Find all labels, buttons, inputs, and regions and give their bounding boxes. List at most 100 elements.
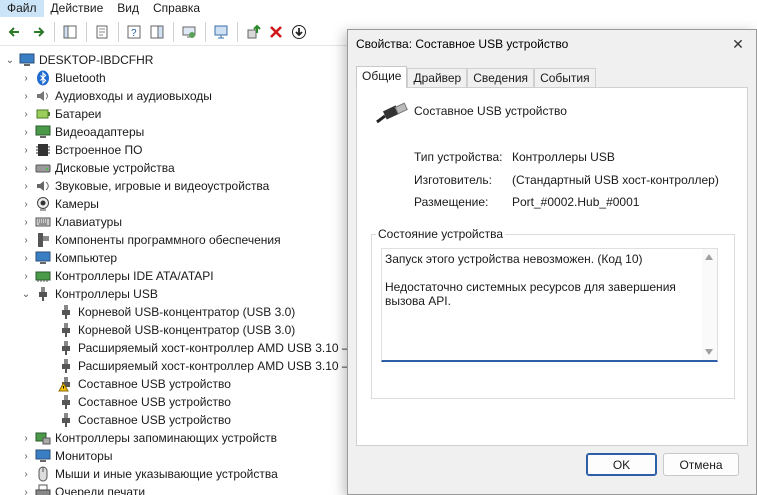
chevron-right-icon[interactable]: › xyxy=(20,483,32,495)
menu-file[interactable]: Файл xyxy=(0,0,44,17)
chevron-right-icon[interactable]: › xyxy=(20,177,32,195)
tree-item-audio-io[interactable]: › Аудиовходы и аудиовыходы xyxy=(20,87,212,105)
usb-plug-icon xyxy=(58,322,74,338)
chevron-right-icon[interactable]: › xyxy=(20,159,32,177)
tree-item-label: Дисковые устройства xyxy=(55,161,175,175)
chevron-right-icon[interactable]: › xyxy=(20,195,32,213)
tree-item-amd-host-controller[interactable]: Расширяемый хост-контроллер AMD USB 3.10… xyxy=(58,357,354,375)
location-label: Размещение: xyxy=(414,195,489,209)
chevron-right-icon[interactable]: › xyxy=(20,213,32,231)
dialog-tabs: Общие Драйвер Сведения События xyxy=(356,66,596,88)
keyboard-icon xyxy=(35,214,51,230)
battery-icon xyxy=(35,106,51,122)
tree-item-usb-composite[interactable]: Составное USB устройство xyxy=(58,411,231,429)
disable-device-icon[interactable] xyxy=(288,21,310,43)
tree-item-disk-drives[interactable]: › Дисковые устройства xyxy=(20,159,175,177)
menu-help[interactable]: Справка xyxy=(146,0,207,17)
scroll-down-icon[interactable] xyxy=(705,349,713,355)
menu-view[interactable]: Вид xyxy=(110,0,146,17)
chevron-right-icon[interactable]: › xyxy=(20,267,32,285)
help-icon[interactable]: ? xyxy=(123,21,145,43)
tree-item-bluetooth[interactable]: › Bluetooth xyxy=(20,69,106,87)
tree-item-label: Клавиатуры xyxy=(55,215,122,229)
device-status-textbox[interactable]: Запуск этого устройства невозможен. (Код… xyxy=(381,248,718,362)
usb-plug-icon xyxy=(35,286,51,302)
monitor-icon xyxy=(35,448,51,464)
tree-item-label: Видеоадаптеры xyxy=(55,125,145,139)
tree-item-batteries[interactable]: › Батареи xyxy=(20,105,101,123)
device-name: Составное USB устройство xyxy=(414,104,567,118)
tree-item-cameras[interactable]: › Камеры xyxy=(20,195,99,213)
camera-icon xyxy=(35,196,51,212)
tree-item-label: Расширяемый хост-контроллер AMD USB 3.10… xyxy=(78,341,354,355)
dialog-title: Свойства: Составное USB устройство xyxy=(356,37,569,51)
back-icon[interactable] xyxy=(4,21,26,43)
chevron-right-icon[interactable]: › xyxy=(20,69,32,87)
status-scrollbar[interactable] xyxy=(702,249,717,360)
chevron-right-icon[interactable]: › xyxy=(20,141,32,159)
tree-root[interactable]: ⌄ DESKTOP-IBDCFHR xyxy=(4,51,154,69)
forward-icon[interactable] xyxy=(27,21,49,43)
monitor-icon[interactable] xyxy=(210,21,232,43)
tree-item-usb-composite[interactable]: Составное USB устройство xyxy=(58,393,231,411)
tree-item-usb-controllers[interactable]: ⌄ Контроллеры USB xyxy=(20,285,158,303)
chevron-right-icon[interactable]: › xyxy=(20,429,32,447)
tab-general[interactable]: Общие xyxy=(356,66,408,88)
properties-dialog: Свойства: Составное USB устройство ✕ Общ… xyxy=(347,29,757,495)
chevron-right-icon[interactable]: › xyxy=(20,249,32,267)
chevron-right-icon[interactable]: › xyxy=(20,105,32,123)
scan-hardware-icon[interactable] xyxy=(178,21,200,43)
close-icon[interactable]: ✕ xyxy=(728,34,748,54)
chevron-down-icon[interactable]: ⌄ xyxy=(4,51,16,69)
chevron-down-icon[interactable]: ⌄ xyxy=(20,285,32,303)
tree-item-storage-controllers[interactable]: › Контроллеры запоминающих устройств xyxy=(20,429,277,447)
cancel-button[interactable]: Отмена xyxy=(663,453,739,476)
tree-item-usb-root-hub[interactable]: Корневой USB-концентратор (USB 3.0) xyxy=(58,303,295,321)
bluetooth-icon xyxy=(35,70,51,86)
chevron-right-icon[interactable]: › xyxy=(20,123,32,141)
manufacturer-value: (Стандартный USB хост-контроллер) xyxy=(512,173,719,187)
sound-icon xyxy=(35,178,51,194)
chevron-right-icon[interactable]: › xyxy=(20,87,32,105)
tree-item-amd-host-controller[interactable]: Расширяемый хост-контроллер AMD USB 3.10… xyxy=(58,339,354,357)
menu-action[interactable]: Действие xyxy=(44,0,111,17)
chevron-right-icon[interactable]: › xyxy=(20,447,32,465)
tree-item-usb-root-hub[interactable]: Корневой USB-концентратор (USB 3.0) xyxy=(58,321,295,339)
tab-events[interactable]: События xyxy=(534,68,596,88)
tab-driver[interactable]: Драйвер xyxy=(407,68,468,88)
tree-item-label: Звуковые, игровые и видеоустройства xyxy=(55,179,270,193)
tree-item-firmware[interactable]: › Встроенное ПО xyxy=(20,141,142,159)
tree-item-print-queues[interactable]: › Очереди печати xyxy=(20,483,145,495)
uninstall-device-icon[interactable] xyxy=(265,21,287,43)
tab-details[interactable]: Сведения xyxy=(467,68,535,88)
action-pane-icon[interactable] xyxy=(146,21,168,43)
menu-bar: Файл Действие Вид Справка xyxy=(0,0,757,17)
tree-item-software-components[interactable]: › Компоненты программного обеспечения xyxy=(20,231,281,249)
tree-item-label: Составное USB устройство xyxy=(78,413,231,427)
tree-item-label: Составное USB устройство xyxy=(78,395,231,409)
tree-item-ide-controllers[interactable]: › Контроллеры IDE ATA/ATAPI xyxy=(20,267,213,285)
tree-item-label: Батареи xyxy=(55,107,102,121)
chevron-right-icon[interactable]: › xyxy=(20,231,32,249)
usb-plug-icon xyxy=(58,340,74,356)
scroll-up-icon[interactable] xyxy=(705,254,713,260)
update-driver-icon[interactable] xyxy=(242,21,264,43)
properties-icon[interactable] xyxy=(91,21,113,43)
general-panel: Составное USB устройство Тип устройства:… xyxy=(356,87,748,446)
device-status-text: Запуск этого устройства невозможен. (Код… xyxy=(385,252,676,308)
tree-item-display-adapters[interactable]: › Видеоадаптеры xyxy=(20,123,144,141)
console-tree-icon[interactable] xyxy=(59,21,81,43)
printer-icon xyxy=(35,484,51,495)
usb-plug-icon xyxy=(58,394,74,410)
tree-item-mice[interactable]: › Мыши и иные указывающие устройства xyxy=(20,465,278,483)
tree-item-sound-video[interactable]: › Звуковые, игровые и видеоустройства xyxy=(20,177,269,195)
ok-button[interactable]: OK xyxy=(586,453,657,476)
tree-item-label: Камеры xyxy=(55,197,99,211)
tree-item-keyboards[interactable]: › Клавиатуры xyxy=(20,213,122,231)
chevron-right-icon[interactable]: › xyxy=(20,465,32,483)
tree-item-computer[interactable]: › Компьютер xyxy=(20,249,117,267)
tree-item-usb-composite-warning[interactable]: Составное USB устройство xyxy=(58,375,231,393)
tree-item-label: Контроллеры USB xyxy=(55,287,158,301)
tree-item-monitors[interactable]: › Мониторы xyxy=(20,447,112,465)
tree-root-label: DESKTOP-IBDCFHR xyxy=(39,53,154,67)
